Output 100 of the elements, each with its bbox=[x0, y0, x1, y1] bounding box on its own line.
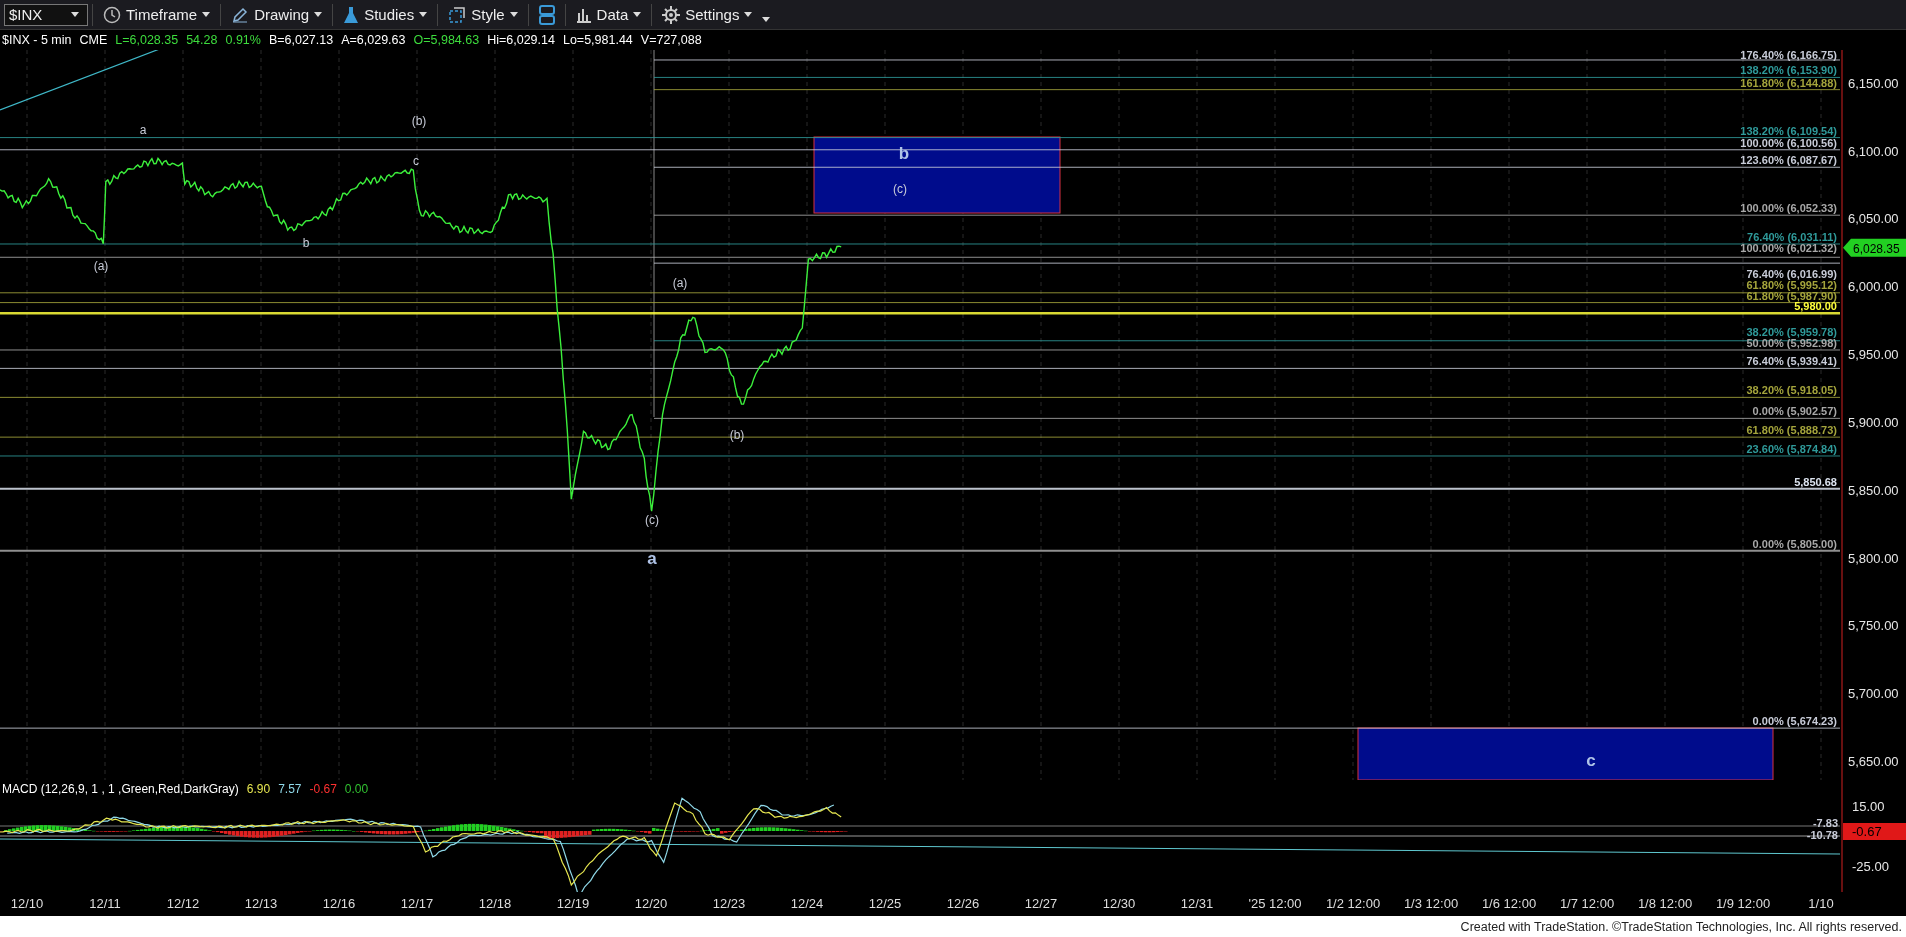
fib-level-label: 176.40% (6,166.75) bbox=[1740, 50, 1837, 61]
fib-level-label: 76.40% (6,031.11) bbox=[1747, 231, 1837, 243]
date-axis-label: 12/23 bbox=[712, 896, 746, 911]
date-axis-label: 1/2 12:00 bbox=[1325, 896, 1381, 911]
date-axis-label: 1/10 bbox=[1808, 896, 1834, 911]
clock-icon bbox=[103, 5, 121, 24]
quote-value: 54.28 bbox=[186, 33, 218, 47]
wave-label: c bbox=[1586, 751, 1596, 770]
wave-label: (a) bbox=[672, 276, 688, 290]
wave-label: b bbox=[898, 144, 910, 163]
date-axis-label: 12/24 bbox=[790, 896, 824, 911]
fib-level-label: 5,980.00 bbox=[1794, 300, 1837, 313]
caret-icon bbox=[633, 12, 642, 17]
flask-icon bbox=[343, 5, 360, 24]
date-axis-label: 12/31 bbox=[1180, 896, 1214, 911]
price-axis-label: 6,000.00 bbox=[1848, 279, 1899, 295]
caret-icon bbox=[202, 12, 211, 17]
date-axis-label: 12/18 bbox=[478, 896, 512, 911]
wave-label: (a) bbox=[93, 259, 109, 273]
macd-title: MACD (12,26,9, 1 , 1 ,Green,Red,DarkGray) bbox=[2, 782, 239, 796]
caret-icon bbox=[314, 12, 323, 17]
macd-value: 0.00 bbox=[344, 782, 369, 796]
date-axis-label: 12/13 bbox=[244, 896, 278, 911]
quote-value: 0.91% bbox=[225, 33, 261, 47]
wave-label: (c) bbox=[893, 182, 907, 196]
price-axis-label: 6,150.00 bbox=[1848, 75, 1899, 91]
date-axis-label: 1/7 12:00 bbox=[1559, 896, 1615, 911]
date-axis-label: 12/26 bbox=[946, 896, 980, 911]
wave-label: (c) bbox=[645, 513, 659, 527]
wave-label: (b) bbox=[729, 428, 745, 442]
fib-level-label: 38.20% (5,918.05) bbox=[1746, 384, 1837, 397]
settings-icon bbox=[662, 5, 681, 24]
fib-level-label: 100.00% (6,100.56) bbox=[1740, 136, 1837, 149]
fib-level-label: 138.20% (6,153.90) bbox=[1740, 64, 1837, 77]
price-axis-label: 5,700.00 bbox=[1848, 686, 1899, 702]
macd-value-tag: -0.67 bbox=[1843, 823, 1906, 840]
quote-value: Lo=5,981.44 bbox=[562, 33, 633, 47]
quote-value: B=6,027.13 bbox=[268, 33, 334, 47]
caret-icon bbox=[71, 12, 79, 17]
toolbar-menu-button[interactable]: Data bbox=[569, 1, 648, 28]
toolbar-menu-button[interactable]: Studies bbox=[337, 1, 434, 28]
fib-level-label: 61.80% (5,888.73) bbox=[1746, 424, 1837, 437]
price-axis-label: 5,800.00 bbox=[1848, 550, 1899, 566]
caret-icon bbox=[419, 12, 428, 17]
date-axis-label: 12/16 bbox=[322, 896, 356, 911]
toolbar-menu-button[interactable]: Timeframe bbox=[97, 1, 217, 28]
copyright-text: Created with TradeStation. ©TradeStation Technologies, Inc. All rights reserved. bbox=[1460, 919, 1902, 934]
date-axis-label: 12/12 bbox=[166, 896, 200, 911]
fib-level-label: 76.40% (5,939.41) bbox=[1746, 355, 1837, 368]
wave-label: a bbox=[139, 123, 147, 137]
fib-level-label: 161.80% (6,144.88) bbox=[1740, 76, 1837, 89]
date-axis-label: 1/8 12:00 bbox=[1637, 896, 1693, 911]
date-axis-label: 1/9 12:00 bbox=[1715, 896, 1771, 911]
quote-value: $INX - 5 min bbox=[2, 33, 72, 47]
date-axis-label: 12/11 bbox=[89, 896, 121, 911]
date-axis-label: 12/19 bbox=[556, 896, 590, 911]
layout-icon[interactable] bbox=[538, 4, 555, 25]
date-axis-label: 12/17 bbox=[400, 896, 434, 911]
wave-label: c bbox=[413, 154, 419, 168]
quote-value: L=6,028.35 bbox=[115, 33, 179, 47]
fib-level-label: 138.20% (6,109.54) bbox=[1740, 124, 1837, 137]
symbol-dropdown[interactable]: $INX bbox=[4, 3, 88, 26]
price-axis-label: 5,950.00 bbox=[1848, 347, 1899, 362]
fib-level-label: 23.60% (5,874.84) bbox=[1746, 443, 1837, 455]
fib-level-label: 5,850.68 bbox=[1794, 475, 1837, 488]
square-icon bbox=[448, 5, 467, 24]
date-axis-label: 12/25 bbox=[868, 896, 902, 911]
fib-level-label: 76.40% (6,016.99) bbox=[1746, 268, 1837, 281]
macd-marker-label: -7.83 bbox=[1812, 817, 1838, 829]
fib-level-label: 100.00% (6,021.32) bbox=[1740, 242, 1837, 255]
toolbar-menu-button[interactable]: Drawing bbox=[225, 1, 329, 28]
price-axis-label: 5,850.00 bbox=[1848, 482, 1899, 498]
price-axis-label: 5,900.00 bbox=[1848, 414, 1899, 430]
macd-axis-label: -25.00 bbox=[1852, 859, 1889, 874]
wave-label: (b) bbox=[411, 114, 427, 128]
date-axis-label: 12/10 bbox=[10, 896, 44, 911]
price-axis-label: 5,650.00 bbox=[1848, 754, 1899, 769]
fib-level-label: 0.00% (5,805.00) bbox=[1752, 537, 1837, 550]
macd-marker-label: -10.78 bbox=[1806, 829, 1838, 841]
price-axis-label: 5,750.00 bbox=[1848, 618, 1899, 634]
quote-value: O=5,984.63 bbox=[413, 33, 480, 47]
pencil-icon bbox=[231, 5, 250, 24]
bar-chart-icon bbox=[575, 6, 592, 23]
fib-level-label: 123.60% (6,087.67) bbox=[1740, 154, 1837, 167]
date-axis-label: 12/30 bbox=[1102, 896, 1136, 911]
fib-level-label: 0.00% (5,674.23) bbox=[1752, 715, 1837, 728]
macd-value: -0.67 bbox=[309, 782, 337, 796]
wave-label: b bbox=[302, 236, 310, 250]
toolbar-menu-button[interactable]: Style bbox=[442, 1, 524, 28]
fib-level-label: 38.20% (5,959.78) bbox=[1746, 325, 1837, 338]
date-axis-label: 12/27 bbox=[1024, 896, 1058, 911]
toolbar-menu-button[interactable]: Settings bbox=[656, 1, 759, 28]
quote-value: V=727,088 bbox=[640, 33, 702, 47]
macd-value: 7.57 bbox=[278, 782, 302, 796]
date-axis-label: 1/3 12:00 bbox=[1403, 896, 1459, 911]
date-axis-label: 12/20 bbox=[634, 896, 668, 911]
quote-value: A=6,029.63 bbox=[341, 33, 406, 47]
fib-level-label: 100.00% (6,052.33) bbox=[1740, 202, 1837, 215]
price-axis-label: 6,050.00 bbox=[1848, 211, 1899, 227]
overflow-caret-icon[interactable] bbox=[762, 17, 771, 22]
